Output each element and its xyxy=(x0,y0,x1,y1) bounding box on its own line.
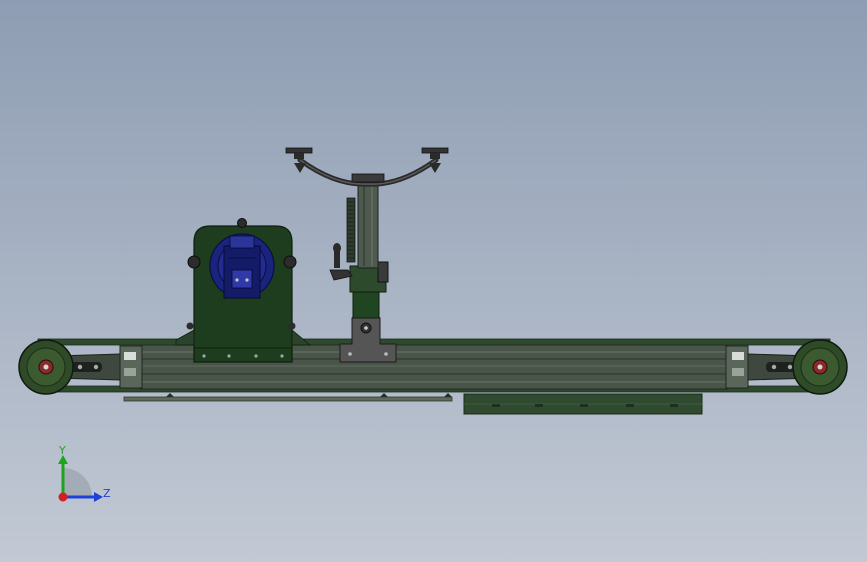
y-axis-label: Y xyxy=(58,444,66,457)
drive-roller-icon xyxy=(18,339,74,395)
x-axis-dot xyxy=(58,492,68,502)
side-plate-icon xyxy=(463,393,703,415)
z-axis-label: Z xyxy=(103,487,111,500)
idler-roller-icon xyxy=(792,339,848,395)
fork-holder-icon xyxy=(285,147,449,187)
cad-viewport[interactable]: Y Z xyxy=(0,0,867,562)
triad-plane-indicator xyxy=(63,468,92,497)
motor-icon xyxy=(209,233,275,299)
conveyor-model-drawing[interactable]: Y Z xyxy=(0,0,867,562)
coordinate-triad: Y Z xyxy=(58,444,111,502)
conveyor-frame-icon xyxy=(37,338,831,393)
lower-rail-icon xyxy=(123,393,453,402)
